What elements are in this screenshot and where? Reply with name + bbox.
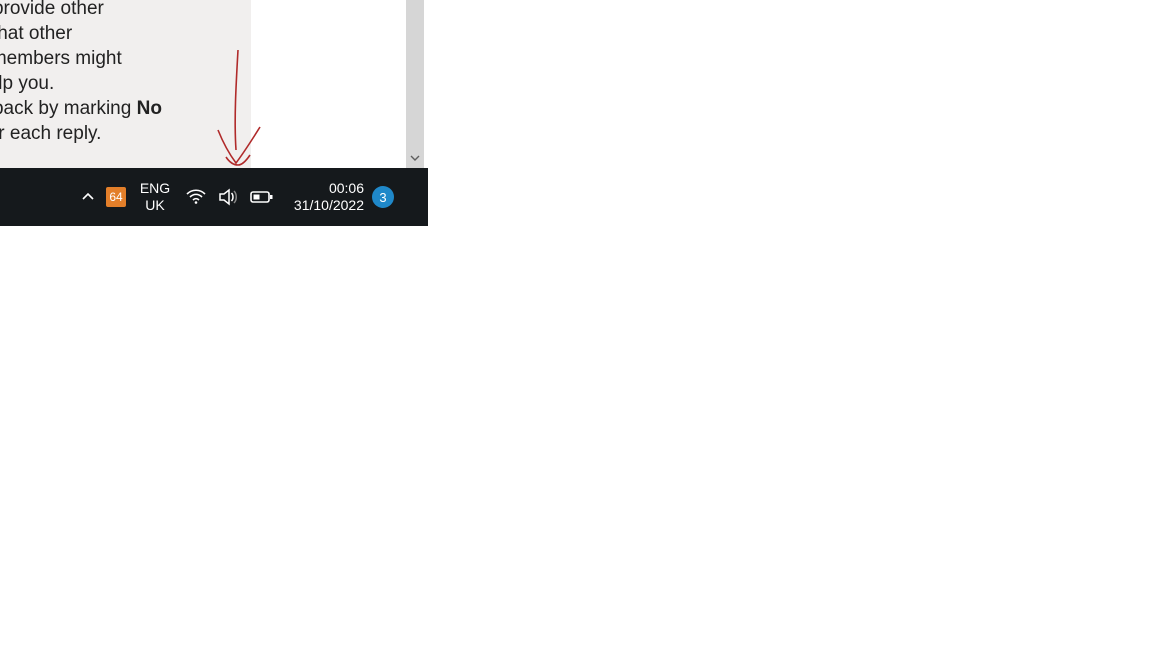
panel-text: nity members might: [0, 48, 122, 69]
scrollbar-track[interactable]: [406, 0, 424, 168]
panel-text: s or provide other: [0, 0, 104, 19]
notification-center-badge[interactable]: 3: [372, 186, 394, 208]
panel-text-bold: No: [137, 98, 162, 119]
panel-text: to help you.: [0, 73, 54, 94]
tray-app-badge-value: 64: [109, 190, 122, 204]
volume-icon[interactable]: [218, 188, 238, 206]
panel-gap: [251, 0, 406, 168]
show-hidden-icons-button[interactable]: [78, 190, 98, 204]
notification-count: 3: [379, 190, 386, 205]
panel-text: under each reply.: [0, 123, 101, 144]
language-bottom: UK: [145, 197, 164, 214]
clock[interactable]: 00:06 31/10/2022: [286, 180, 364, 214]
wifi-icon[interactable]: [186, 189, 206, 205]
clock-date: 31/10/2022: [294, 197, 364, 214]
panel-text: feedback by marking: [0, 98, 137, 119]
scrollbar-down-button[interactable]: [406, 149, 424, 167]
language-top: ENG: [140, 180, 170, 197]
language-indicator[interactable]: ENG UK: [134, 180, 176, 214]
taskbar: 64 ENG UK: [0, 168, 428, 226]
help-panel: s or provide other tion that other nity …: [0, 0, 251, 168]
battery-icon[interactable]: [250, 190, 274, 204]
tray-app-badge[interactable]: 64: [106, 187, 126, 207]
panel-text: tion that other: [0, 23, 72, 44]
clock-time: 00:06: [329, 180, 364, 197]
